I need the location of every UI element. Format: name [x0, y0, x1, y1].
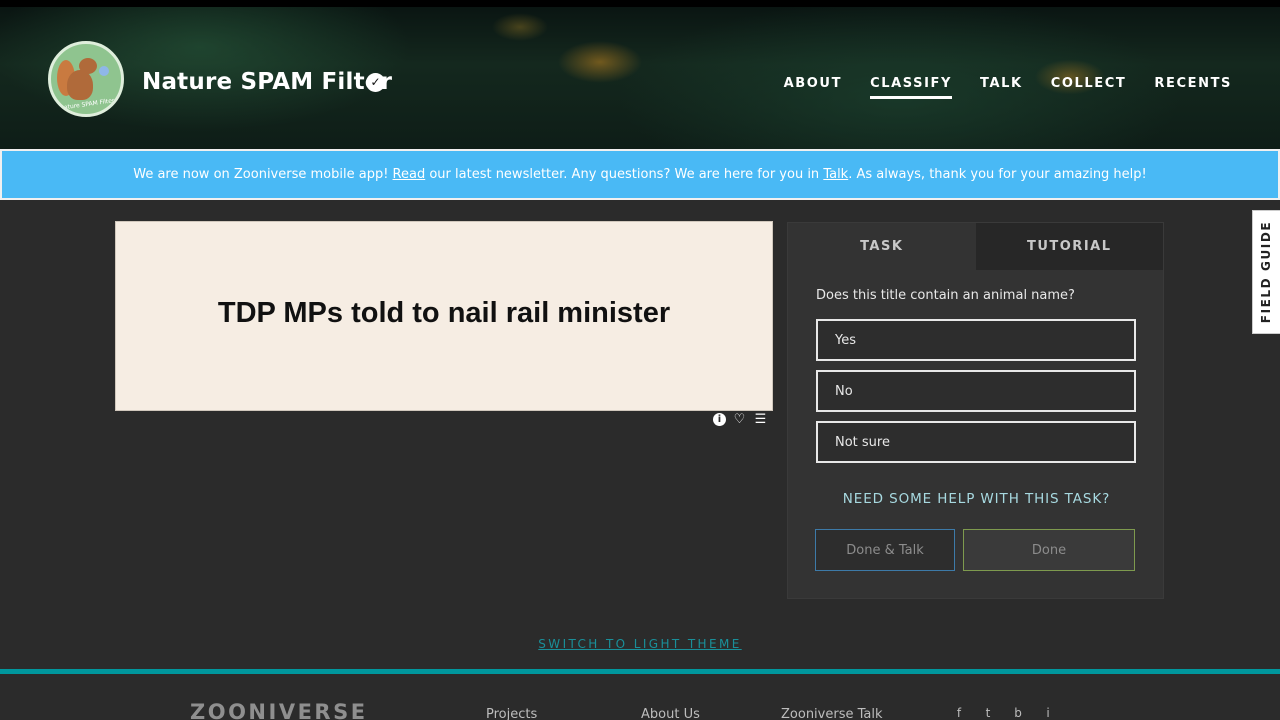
banner-talk-link[interactable]: Talk	[823, 167, 848, 182]
task-tabs: TASK TUTORIAL	[788, 223, 1163, 270]
collections-list-icon[interactable]: ☰	[753, 412, 768, 427]
banner-read-link[interactable]: Read	[393, 167, 426, 182]
nav-talk[interactable]: TALK	[980, 76, 1023, 99]
tab-task[interactable]: TASK	[788, 223, 976, 270]
done-button[interactable]: Done	[963, 529, 1135, 571]
nav-collect[interactable]: COLLECT	[1051, 76, 1127, 99]
task-question: Does this title contain an animal name?	[816, 288, 1075, 303]
theme-switch-link[interactable]: SWITCH TO LIGHT THEME	[0, 637, 1280, 651]
facebook-icon[interactable]: f	[952, 706, 966, 720]
project-title[interactable]: Nature SPAM Filter	[142, 69, 392, 95]
zooniverse-logo[interactable]: ZOONIVERSE	[190, 700, 368, 720]
nav-about[interactable]: ABOUT	[784, 76, 842, 99]
field-guide-button[interactable]: FIELD GUIDE	[1252, 210, 1280, 334]
answer-not-sure[interactable]: Not sure	[816, 421, 1136, 463]
banner-text-2: our latest newsletter. Any questions? We…	[425, 167, 824, 182]
banner-text-3: . As always, thank you for your amazing …	[848, 167, 1147, 182]
footer-link-talk[interactable]: Zooniverse Talk	[781, 707, 883, 720]
answer-yes[interactable]: Yes	[816, 319, 1136, 361]
info-icon[interactable]: i	[713, 413, 726, 426]
squirrel-body	[67, 70, 93, 100]
flower-icon	[99, 66, 109, 76]
announcement-banner: We are now on Zooniverse mobile app! Rea…	[0, 149, 1280, 200]
twitter-icon[interactable]: t	[981, 706, 995, 720]
banner-text-1: We are now on Zooniverse mobile app!	[133, 167, 393, 182]
project-nav: ABOUT CLASSIFY TALK COLLECT RECENTS	[784, 76, 1232, 99]
subject-viewer: TDP MPs told to nail rail minister	[115, 221, 773, 411]
squirrel-head	[79, 58, 97, 74]
tab-tutorial[interactable]: TUTORIAL	[975, 223, 1163, 270]
answer-no[interactable]: No	[816, 370, 1136, 412]
subject-title-text: TDP MPs told to nail rail minister	[217, 296, 671, 329]
task-panel: TASK TUTORIAL Does this title contain an…	[787, 222, 1164, 599]
site-footer: ZOONIVERSE Projects About Us Zooniverse …	[0, 669, 1280, 720]
task-help-link[interactable]: NEED SOME HELP WITH THIS TASK?	[788, 491, 1165, 507]
nav-classify[interactable]: CLASSIFY	[870, 76, 953, 99]
subject-toolbar: i ♡ ☰	[713, 412, 768, 427]
project-header: Nature SPAM Filter Nature SPAM Filter ✓ …	[0, 0, 1280, 150]
done-and-talk-button[interactable]: Done & Talk	[815, 529, 955, 571]
field-guide-label: FIELD GUIDE	[1259, 220, 1274, 324]
footer-link-about-us[interactable]: About Us	[641, 707, 700, 720]
footer-link-projects[interactable]: Projects	[486, 707, 537, 720]
logo-ring-text: Nature SPAM Filter	[59, 97, 115, 112]
nav-recents[interactable]: RECENTS	[1154, 76, 1232, 99]
instagram-icon[interactable]: i	[1041, 706, 1055, 720]
verified-badge-icon: ✓	[366, 73, 385, 92]
bluesky-icon[interactable]: b	[1011, 706, 1025, 720]
heart-icon[interactable]: ♡	[732, 412, 747, 427]
project-avatar[interactable]: Nature SPAM Filter	[48, 41, 124, 117]
